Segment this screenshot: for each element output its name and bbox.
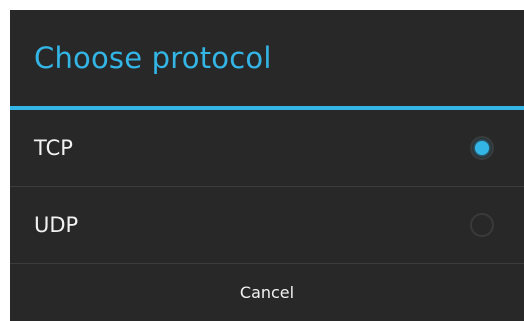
choose-protocol-dialog: Choose protocol TCP UDP Cancel: [10, 10, 524, 321]
dialog-title: Choose protocol: [34, 41, 272, 75]
option-label-tcp: TCP: [34, 136, 73, 160]
cancel-button[interactable]: Cancel: [10, 264, 524, 321]
radio-unchecked-icon[interactable]: [470, 213, 494, 237]
option-udp[interactable]: UDP: [10, 187, 524, 263]
option-label-udp: UDP: [34, 213, 79, 237]
radio-checked-icon[interactable]: [470, 136, 494, 160]
option-tcp[interactable]: TCP: [10, 110, 524, 186]
